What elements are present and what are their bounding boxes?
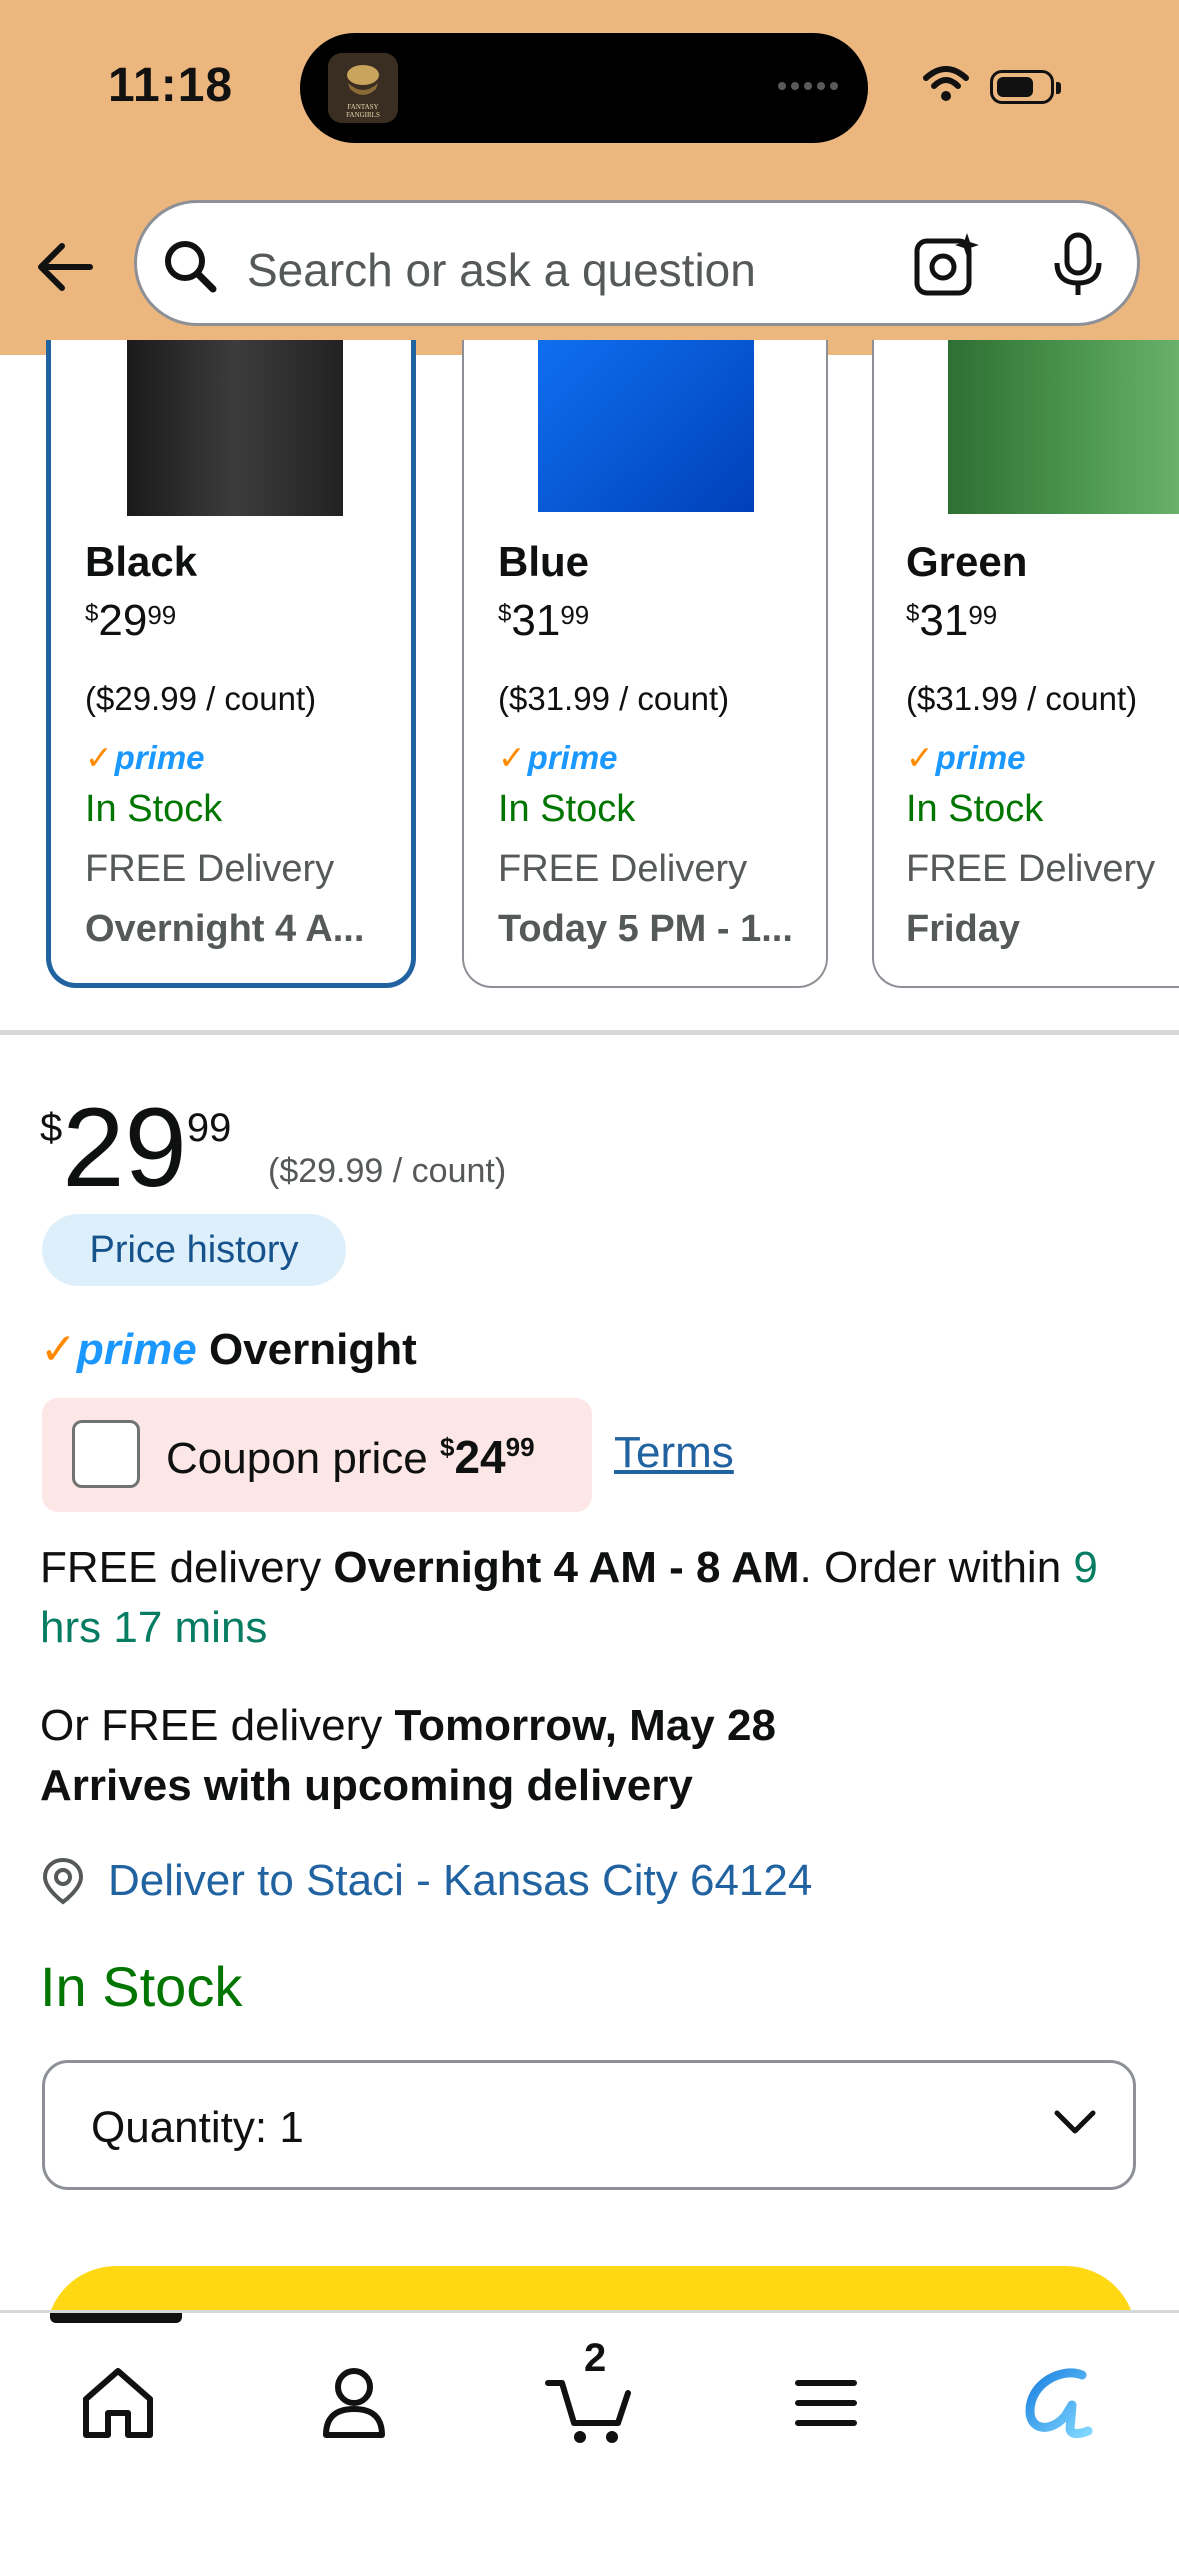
alternate-delivery: Or FREE delivery Tomorrow, May 28 Arrives… — [40, 1701, 776, 1810]
stock-status: In Stock — [40, 1955, 243, 2018]
location-pin-icon — [40, 1856, 86, 1911]
variation-delivery-date: Friday — [906, 908, 1021, 950]
prime-badge: ✓prime — [85, 739, 205, 776]
coupon-checkbox[interactable] — [72, 1420, 140, 1488]
prime-check-icon: ✓ — [906, 739, 934, 776]
fantasy-fangirls-icon: FANTASY FANGIRLS — [328, 53, 398, 123]
deliver-to-link[interactable]: Deliver to Staci - Kansas City 64124 — [108, 1856, 812, 1906]
section-divider — [0, 1030, 1179, 1035]
prime-badge: ✓prime — [498, 739, 618, 776]
coupon-terms-link[interactable]: Terms — [614, 1428, 734, 1478]
variation-name: Green — [906, 538, 1028, 585]
coupon-price: Coupon price $2499 — [166, 1431, 535, 1483]
prime-check-icon: ✓ — [498, 739, 526, 776]
battery-icon — [990, 70, 1061, 104]
variation-swatch — [127, 340, 343, 516]
wifi-icon — [922, 64, 970, 109]
search-icon — [161, 237, 219, 300]
variation-stock: In Stock — [85, 788, 223, 830]
cart-count-badge: 2 — [584, 2336, 607, 2380]
quantity-select[interactable]: Quantity: 1 — [42, 2060, 1136, 2190]
prime-check-icon: ✓ — [40, 1325, 77, 1374]
variation-name: Blue — [498, 538, 590, 585]
search-input[interactable]: Search or ask a question — [247, 243, 756, 297]
variation-delivery-date: Overnight 4 A... — [85, 908, 365, 950]
variation-card-blue[interactable]: Blue $3199 ($31.99 / count) ✓prime In St… — [462, 340, 828, 988]
variation-card-green[interactable]: Green $3199 ($31.99 / count) ✓prime In S… — [872, 340, 1179, 988]
tab-indicator — [50, 2313, 182, 2323]
search-bar[interactable]: Search or ask a question — [134, 200, 1140, 326]
rufus-assistant-icon[interactable] — [1012, 2353, 1112, 2453]
variation-swatch — [538, 340, 754, 512]
variation-free-delivery: FREE Delivery — [906, 848, 1156, 890]
price-history-button[interactable]: Price history — [42, 1214, 346, 1286]
product-price: $2999 — [40, 1085, 232, 1210]
unit-price: ($29.99 / count) — [268, 1152, 507, 1190]
prime-badge: ✓prime — [906, 739, 1026, 776]
status-time: 11:18 — [108, 59, 234, 112]
variation-free-delivery: FREE Delivery — [85, 848, 335, 890]
variation-delivery-date: Today 5 PM - 1... — [498, 908, 793, 950]
chevron-down-icon — [1053, 2107, 1097, 2142]
quantity-label: Quantity: 1 — [91, 2103, 304, 2152]
variation-card-black[interactable]: Black $2999 ($29.99 / count) ✓prime In S… — [46, 340, 416, 988]
island-indicator — [773, 77, 838, 95]
variation-stock: In Stock — [906, 788, 1044, 830]
svg-text:FANGIRLS: FANGIRLS — [346, 111, 380, 119]
variation-name: Black — [85, 538, 198, 585]
variation-price: $3199 — [906, 596, 998, 645]
prime-overnight-badge: ✓prime Overnight — [40, 1325, 417, 1374]
microphone-icon[interactable] — [1049, 231, 1107, 304]
account-icon[interactable] — [304, 2353, 404, 2453]
variation-stock: In Stock — [498, 788, 636, 830]
variation-unit-price: ($31.99 / count) — [906, 680, 1138, 717]
variation-unit-price: ($29.99 / count) — [85, 680, 317, 717]
variation-swatch — [948, 340, 1179, 514]
back-arrow-icon[interactable] — [34, 236, 96, 298]
app-header: 11:18 FANTASY FANGIRLS Search or ask a q… — [0, 0, 1179, 355]
variation-free-delivery: FREE Delivery — [498, 848, 748, 890]
variation-price: $3199 — [498, 596, 590, 645]
prime-check-icon: ✓ — [85, 739, 113, 776]
dynamic-island: FANTASY FANGIRLS — [300, 33, 868, 143]
coupon-box: Coupon price $2499 — [42, 1398, 592, 1512]
variation-price: $2999 — [85, 596, 177, 645]
home-icon[interactable] — [68, 2353, 168, 2453]
menu-icon[interactable] — [776, 2353, 876, 2453]
svg-text:FANTASY: FANTASY — [347, 103, 378, 111]
delivery-estimate: FREE delivery Overnight 4 AM - 8 AM. Ord… — [40, 1543, 1098, 1652]
variation-unit-price: ($31.99 / count) — [498, 680, 730, 717]
camera-lens-icon[interactable] — [913, 231, 981, 304]
